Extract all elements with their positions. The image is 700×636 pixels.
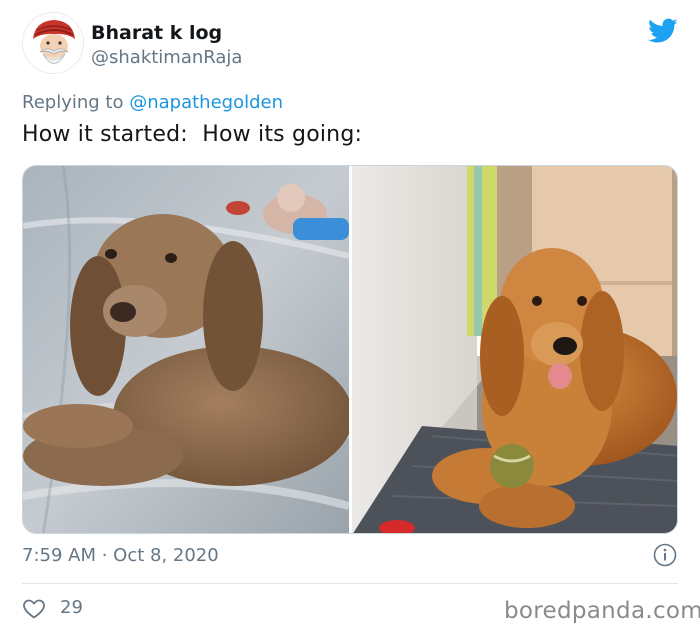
heart-icon[interactable] [22, 597, 46, 621]
author-handle[interactable]: @shaktimanRaja [91, 47, 242, 68]
watermark: boredpanda.com [504, 598, 700, 624]
grown-dog-photo[interactable] [352, 166, 677, 533]
reply-context: Replying to @napathegolden [22, 92, 283, 113]
author-name[interactable]: Bharat k log [91, 22, 222, 44]
tweet-card: Bharat k log @shaktimanRaja Replying to … [0, 0, 700, 636]
media-grid[interactable] [22, 165, 678, 534]
reply-prefix: Replying to [22, 92, 130, 113]
like-count: 29 [60, 597, 83, 618]
reply-mention-link[interactable]: @napathegolden [129, 92, 283, 113]
tweet-timestamp[interactable]: 7:59 AM · Oct 8, 2020 [22, 545, 219, 566]
avatar[interactable] [22, 12, 84, 74]
tweet-text: How it started: How its going: [22, 122, 363, 147]
info-icon[interactable] [653, 543, 677, 567]
puppy-photo[interactable] [23, 166, 353, 533]
footer-divider [22, 583, 678, 584]
twitter-bird-icon[interactable] [648, 18, 678, 44]
